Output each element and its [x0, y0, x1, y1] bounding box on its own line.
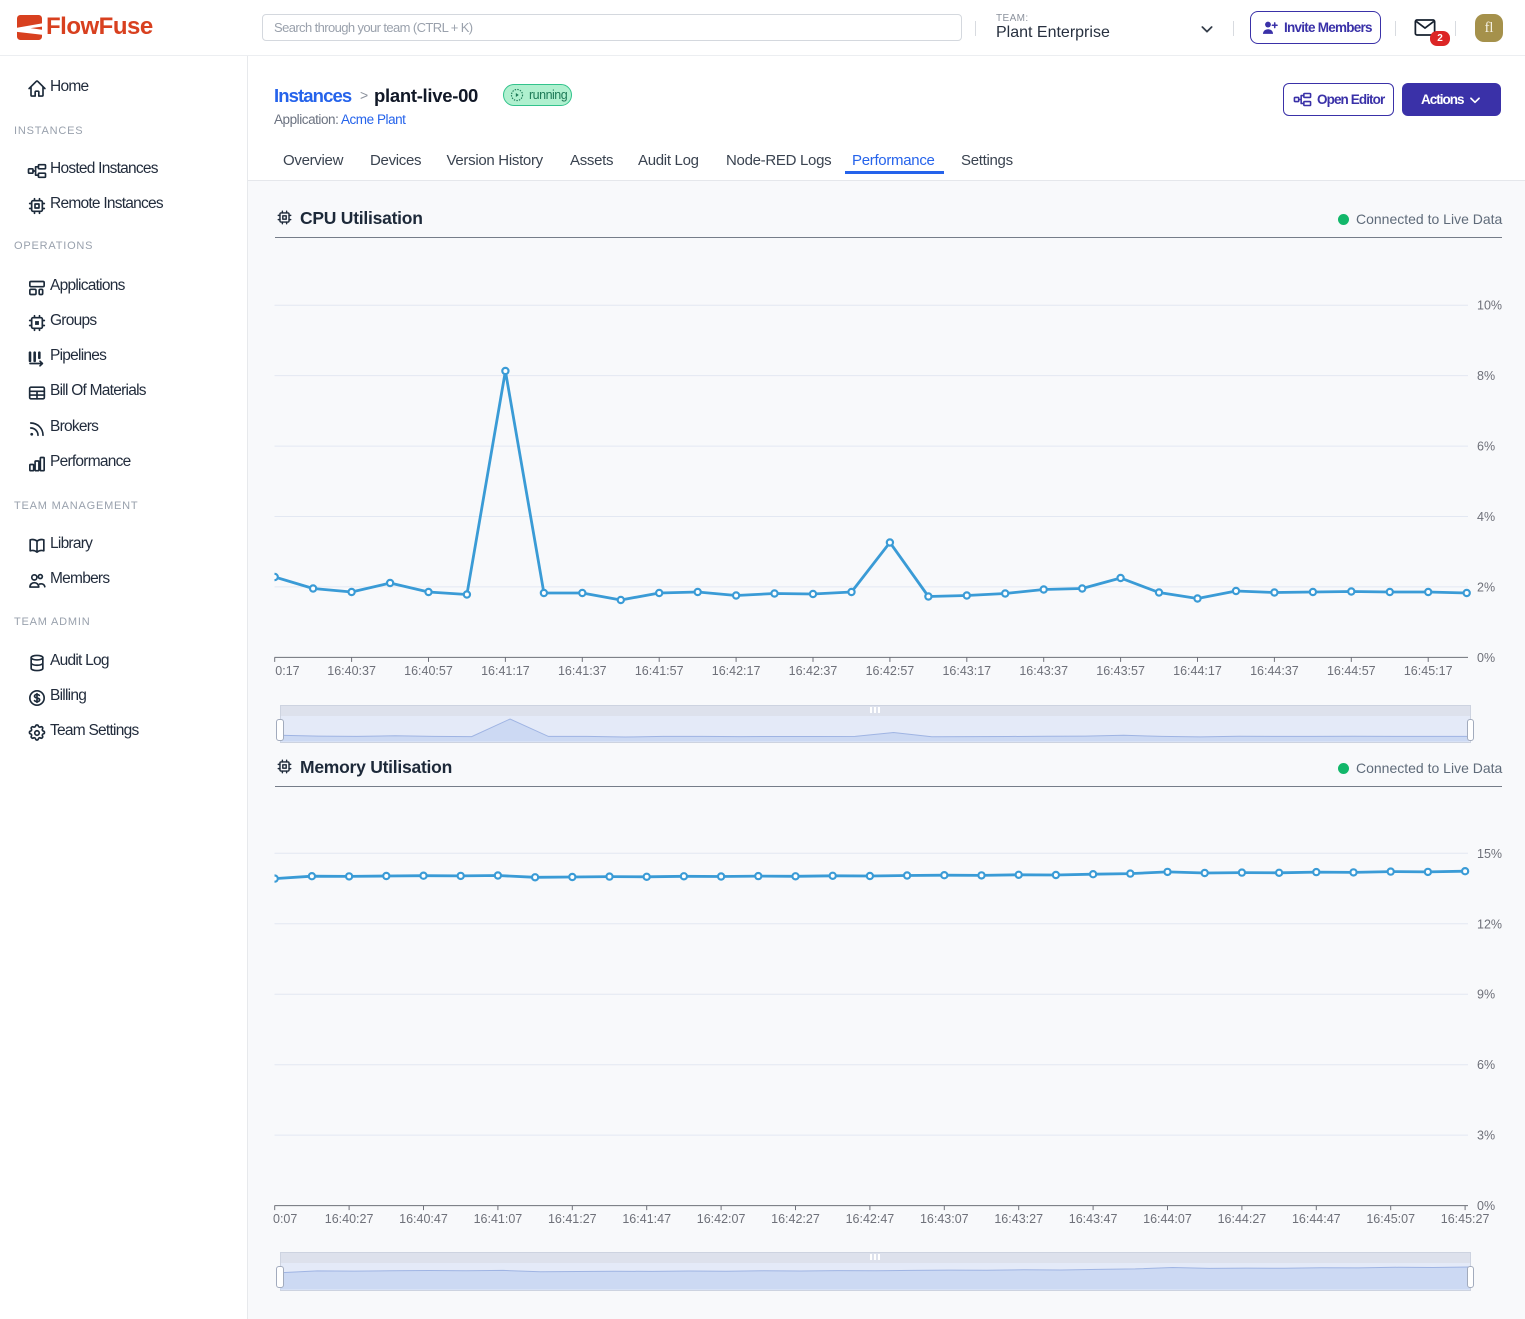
svg-text:16:42:17: 16:42:17 [712, 664, 761, 678]
svg-text:0:17: 0:17 [275, 664, 299, 678]
svg-text:16:43:47: 16:43:47 [1069, 1212, 1118, 1226]
svg-text:16:45:27: 16:45:27 [1441, 1212, 1490, 1226]
svg-text:16:41:47: 16:41:47 [622, 1212, 671, 1226]
svg-text:16:41:17: 16:41:17 [481, 664, 530, 678]
svg-text:4%: 4% [1477, 510, 1495, 524]
svg-text:16:42:07: 16:42:07 [697, 1212, 746, 1226]
svg-text:16:43:27: 16:43:27 [994, 1212, 1043, 1226]
svg-text:16:42:37: 16:42:37 [789, 664, 838, 678]
svg-text:16:44:57: 16:44:57 [1327, 664, 1376, 678]
svg-text:16:41:07: 16:41:07 [474, 1212, 523, 1226]
svg-text:16:41:37: 16:41:37 [558, 664, 607, 678]
svg-text:0%: 0% [1477, 651, 1495, 665]
svg-text:16:42:47: 16:42:47 [846, 1212, 895, 1226]
svg-text:16:40:47: 16:40:47 [399, 1212, 448, 1226]
svg-text:16:44:47: 16:44:47 [1292, 1212, 1341, 1226]
svg-text:16:40:37: 16:40:37 [327, 664, 376, 678]
svg-text:16:44:17: 16:44:17 [1173, 664, 1222, 678]
svg-text:16:42:27: 16:42:27 [771, 1212, 820, 1226]
svg-text:16:42:57: 16:42:57 [866, 664, 915, 678]
svg-text:0%: 0% [1477, 1199, 1495, 1213]
svg-text:3%: 3% [1477, 1129, 1495, 1143]
svg-text:16:44:27: 16:44:27 [1218, 1212, 1267, 1226]
svg-text:16:41:57: 16:41:57 [635, 664, 684, 678]
svg-text:16:45:07: 16:45:07 [1366, 1212, 1415, 1226]
svg-text:16:40:27: 16:40:27 [325, 1212, 374, 1226]
svg-text:9%: 9% [1477, 988, 1495, 1002]
svg-text:16:44:37: 16:44:37 [1250, 664, 1299, 678]
svg-text:0:07: 0:07 [273, 1212, 297, 1226]
svg-text:10%: 10% [1477, 299, 1502, 313]
svg-text:8%: 8% [1477, 369, 1495, 383]
svg-text:16:43:57: 16:43:57 [1096, 664, 1145, 678]
svg-text:16:43:37: 16:43:37 [1019, 664, 1068, 678]
svg-text:16:45:17: 16:45:17 [1404, 664, 1453, 678]
svg-text:16:40:57: 16:40:57 [404, 664, 453, 678]
svg-text:6%: 6% [1477, 1058, 1495, 1072]
svg-text:12%: 12% [1477, 917, 1502, 931]
svg-text:15%: 15% [1477, 847, 1502, 861]
svg-text:16:43:07: 16:43:07 [920, 1212, 969, 1226]
svg-text:16:43:17: 16:43:17 [942, 664, 991, 678]
svg-text:16:44:07: 16:44:07 [1143, 1212, 1192, 1226]
svg-text:16:41:27: 16:41:27 [548, 1212, 597, 1226]
svg-text:6%: 6% [1477, 440, 1495, 454]
svg-text:2%: 2% [1477, 580, 1495, 594]
